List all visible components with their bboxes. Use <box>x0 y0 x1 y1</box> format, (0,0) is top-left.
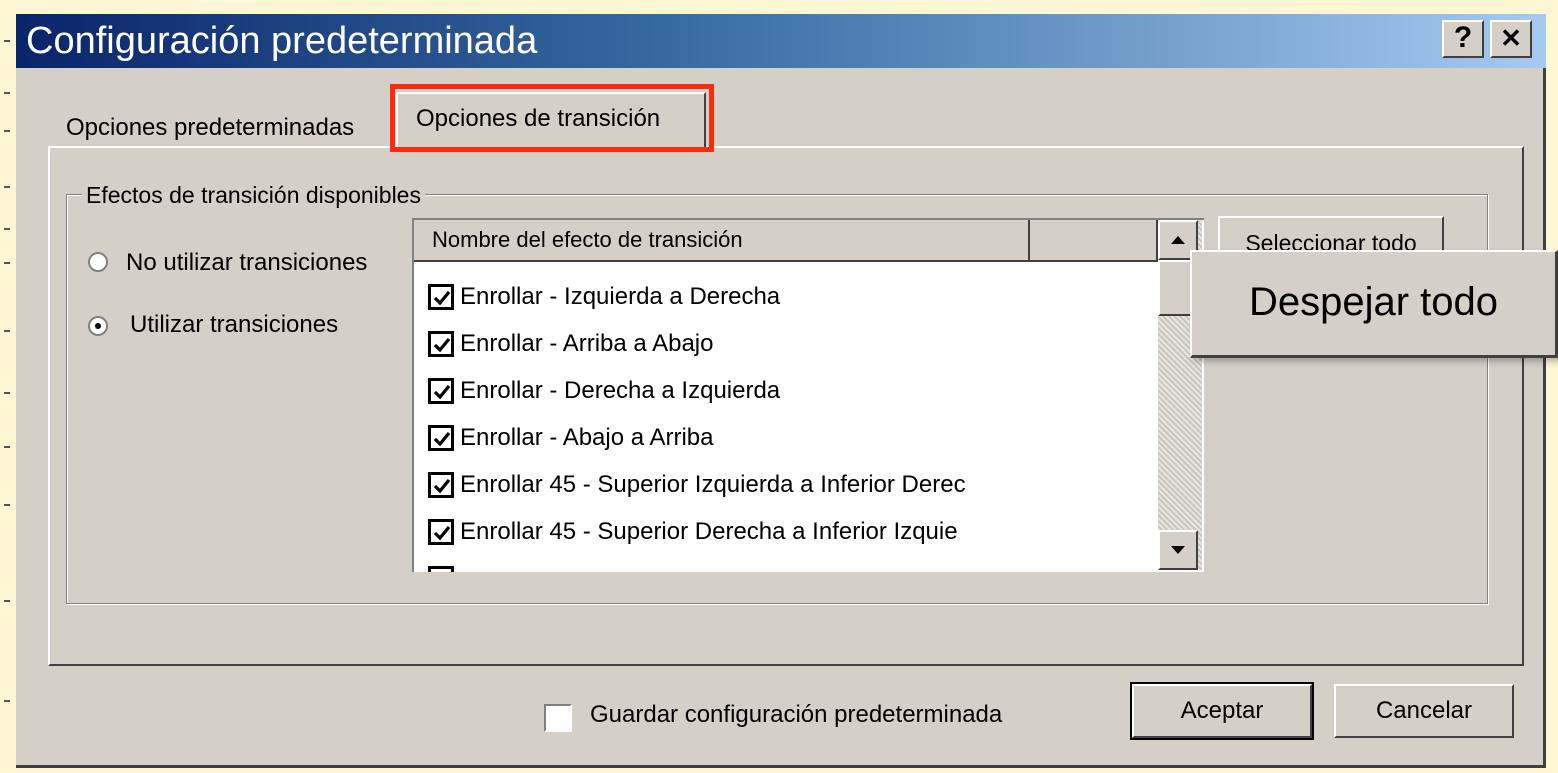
checkmark-icon <box>433 478 451 494</box>
edge-mark <box>4 446 10 448</box>
close-icon: ✕ <box>1500 23 1522 53</box>
checkmark-icon <box>433 337 451 353</box>
help-button[interactable]: ? <box>1442 20 1484 58</box>
radio-label-use-transitions: Utilizar transiciones <box>130 311 339 338</box>
item-label: Enrollar - Abajo a Arriba <box>460 424 714 451</box>
edge-mark <box>4 600 10 602</box>
item-label: Enrollar 45 - Superior Izquierda a Infer… <box>460 471 966 498</box>
item-checkbox[interactable] <box>428 331 454 357</box>
column-header-name[interactable]: Nombre del efecto de transición <box>414 220 1030 260</box>
settings-dialog: Configuración predeterminada ? ✕ Opcione… <box>16 14 1546 768</box>
close-button[interactable]: ✕ <box>1490 20 1532 58</box>
radio-selected-dot <box>95 323 101 329</box>
slide-edge <box>0 0 16 773</box>
radio-label-no-transitions: No utilizar transiciones <box>126 249 368 276</box>
accept-button[interactable]: Aceptar <box>1130 682 1314 740</box>
scroll-down-button[interactable] <box>1158 530 1198 570</box>
item-checkbox[interactable] <box>428 472 454 498</box>
radio-no-transitions[interactable] <box>88 252 108 272</box>
item-checkbox[interactable] <box>428 566 454 572</box>
save-default-checkbox[interactable] <box>544 704 572 732</box>
checkmark-icon <box>433 525 451 541</box>
column-header-extra[interactable] <box>1030 220 1158 260</box>
radio-use-transitions[interactable] <box>88 316 108 336</box>
item-checkbox[interactable] <box>428 284 454 310</box>
edge-mark <box>4 392 10 394</box>
edge-mark <box>4 40 10 42</box>
cancel-button[interactable]: Cancelar <box>1334 684 1514 738</box>
checkmark-icon <box>433 290 451 306</box>
edge-mark <box>4 330 10 332</box>
group-label: Efectos de transición disponibles <box>82 180 425 210</box>
window-title: Configuración predeterminada <box>26 20 538 62</box>
highlight-box <box>390 84 714 152</box>
edge-mark <box>4 228 10 230</box>
list-header: Nombre del efecto de transición <box>414 220 1158 262</box>
save-default-label: Guardar configuración predeterminada <box>590 701 1003 728</box>
edge-mark <box>4 262 10 264</box>
arrow-down-icon <box>1171 546 1185 554</box>
edge-mark <box>4 92 10 94</box>
item-label: Enrollar - Arriba a Abajo <box>460 330 714 357</box>
edge-mark <box>4 186 10 188</box>
edge-mark <box>4 700 10 702</box>
tab-default-options[interactable]: Opciones predeterminadas <box>60 108 360 148</box>
item-label: Enrollar - Izquierda a Derecha <box>460 283 781 310</box>
checkmark-icon <box>433 384 451 400</box>
checkmark-icon <box>433 431 451 447</box>
transition-effects-list[interactable]: Nombre del efecto de transición Enrollar… <box>412 218 1204 572</box>
clear-all-button[interactable]: Despejar todo <box>1190 250 1558 358</box>
item-checkbox[interactable] <box>428 425 454 451</box>
item-checkbox[interactable] <box>428 378 454 404</box>
edge-mark <box>4 130 10 132</box>
title-bar[interactable]: Configuración predeterminada ? ✕ <box>16 14 1546 68</box>
item-label: Enrollar - Derecha a Izquierda <box>460 377 781 404</box>
item-checkbox[interactable] <box>428 519 454 545</box>
item-label: Enrollar 45 - Superior Derecha a Inferio… <box>460 518 958 545</box>
edge-mark <box>4 504 10 506</box>
